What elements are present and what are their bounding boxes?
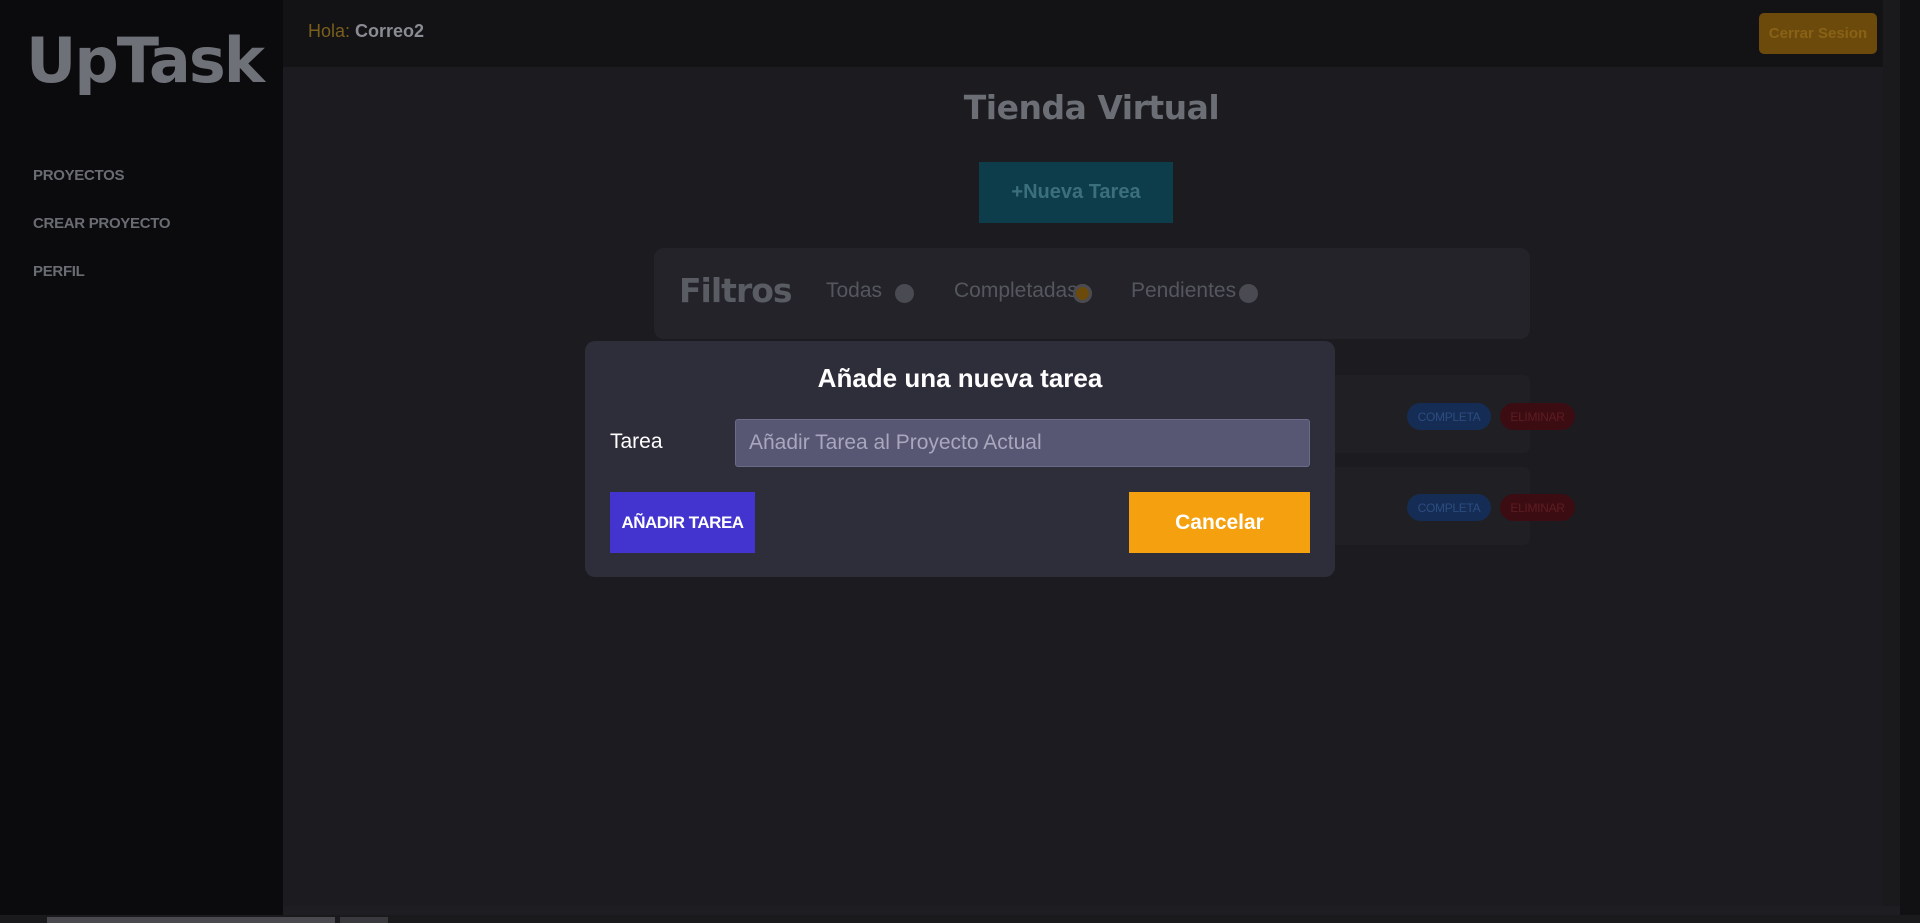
filter-label-todas: Todas <box>826 279 883 302</box>
new-task-button[interactable]: +Nueva Tarea <box>979 162 1173 223</box>
filter-radio-todas[interactable] <box>895 284 914 303</box>
project-title: Tienda Virtual <box>963 88 1220 127</box>
user-name: Correo2 <box>355 21 425 41</box>
modal-title: Añade una nueva tarea <box>817 363 1103 393</box>
new-task-modal: Añade una nueva tarea Tarea AÑADIR TAREA… <box>585 341 1335 577</box>
task-input[interactable] <box>735 419 1310 467</box>
top-bar: Hola: Correo2 Cerrar Sesion <box>283 0 1900 67</box>
add-task-button[interactable]: AÑADIR TAREA <box>610 492 755 553</box>
scrollbar-thumb[interactable] <box>47 917 335 923</box>
delete-button[interactable]: ELIMINAR <box>1500 494 1575 521</box>
complete-button[interactable]: COMPLETA <box>1407 403 1491 430</box>
sidebar-item-proyectos[interactable]: PROYECTOS <box>33 163 170 211</box>
filter-label-pendientes: Pendientes <box>1131 279 1237 302</box>
sidebar: UpTask PROYECTOS CREAR PROYECTO PERFIL <box>0 0 283 923</box>
sidebar-item-crear-proyecto[interactable]: CREAR PROYECTO <box>33 211 171 259</box>
filter-radio-completadas[interactable] <box>1073 284 1092 303</box>
filter-radio-pendientes[interactable] <box>1239 284 1258 303</box>
logout-button[interactable]: Cerrar Sesion <box>1759 13 1877 54</box>
greeting-label: Hola: <box>308 21 351 41</box>
vertical-scrollbar[interactable] <box>1883 0 1900 906</box>
sidebar-nav: PROYECTOS CREAR PROYECTO PERFIL <box>33 163 171 307</box>
delete-button[interactable]: ELIMINAR <box>1500 403 1575 430</box>
scrollbar-thumb[interactable] <box>340 917 388 923</box>
cancel-button[interactable]: Cancelar <box>1129 492 1310 553</box>
filter-label-completadas: Completadas <box>954 279 1078 302</box>
filters-title: Filtros <box>679 271 793 310</box>
task-field-label: Tarea <box>610 430 663 453</box>
app-logo[interactable]: UpTask <box>26 22 265 100</box>
greeting: Hola: Correo2 <box>308 21 424 42</box>
filters-panel: Filtros Todas Completadas Pendientes <box>654 248 1530 339</box>
sidebar-item-perfil[interactable]: PERFIL <box>33 259 170 307</box>
complete-button[interactable]: COMPLETA <box>1407 494 1491 521</box>
